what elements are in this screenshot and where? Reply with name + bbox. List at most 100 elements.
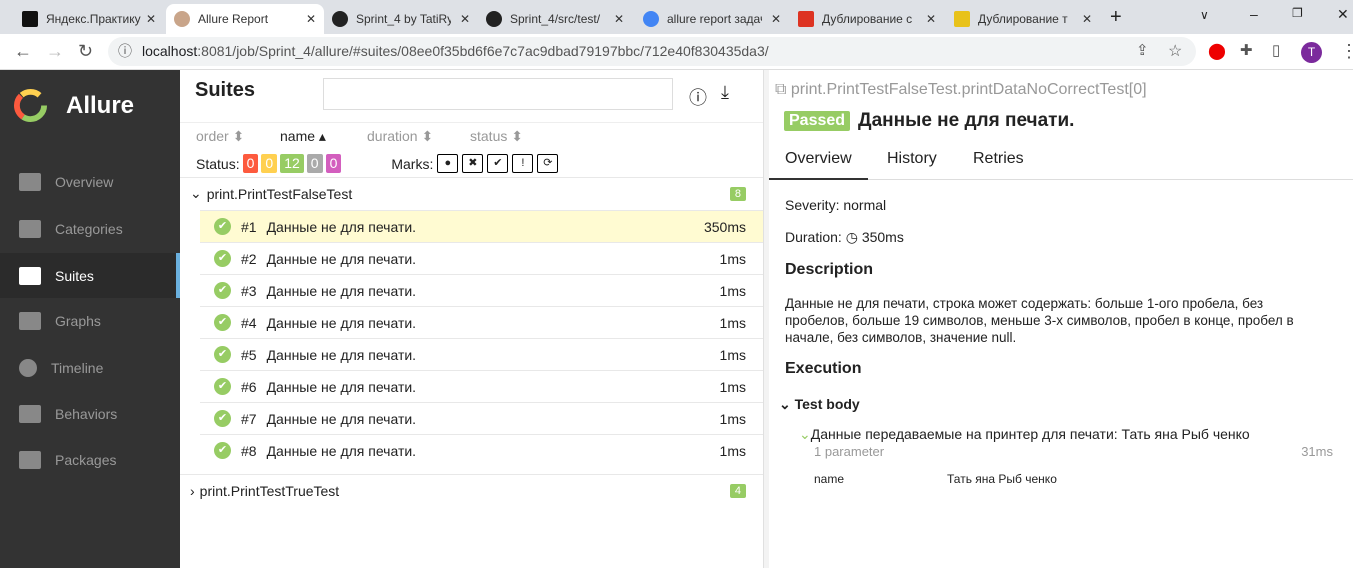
sidebar-item-behaviors[interactable]: Behaviors: [0, 394, 180, 434]
test-row[interactable]: ✔ #2 Данные не для печати. 1ms: [200, 242, 763, 274]
test-row[interactable]: ✔ #1 Данные не для печати. 350ms: [200, 210, 763, 242]
allure-logo-icon: [13, 88, 48, 123]
suites-panel: Suites ⓘ ⤓ order ⬍ name ▴ duration ⬍ sta…: [180, 70, 763, 568]
new-broken-icon[interactable]: !: [512, 154, 534, 173]
list-icon: [19, 405, 41, 423]
passed-check-icon: ✔: [214, 282, 231, 299]
sort-status[interactable]: status ⬍: [470, 128, 523, 145]
test-path: ⧉ print.PrintTestFalseTest.printDataNoCo…: [775, 81, 1147, 98]
execution-heading: Execution: [785, 360, 862, 377]
tab-retries[interactable]: Retries: [973, 150, 1024, 168]
browser-tab[interactable]: Яндекс.Практикум ✕: [14, 4, 164, 34]
unknown-count-badge[interactable]: 0: [325, 154, 342, 173]
passed-check-icon: ✔: [214, 218, 231, 235]
tab-history[interactable]: History: [887, 150, 937, 168]
param-name: name: [814, 472, 845, 486]
browser-tab[interactable]: Дублирование т ✕: [946, 4, 1100, 34]
sort-name[interactable]: name ▴: [280, 128, 326, 145]
new-failed-icon[interactable]: ✖: [462, 154, 484, 173]
clock-icon: [19, 359, 37, 377]
severity: Severity: normal: [785, 197, 887, 213]
chevron-down-icon: ⌄: [799, 426, 811, 442]
share-icon[interactable]: ⇪: [1136, 41, 1149, 59]
suite-group[interactable]: › print.PrintTestTrueTest 4: [180, 474, 763, 506]
browser-tab[interactable]: Sprint_4/src/test/✕: [478, 4, 632, 34]
browser-tabbar: Яндекс.Практикум ✕ Allure Report ✕ Sprint_…: [0, 0, 1353, 34]
browser-tab[interactable]: allure report задачи✕: [635, 4, 789, 34]
sidebar-item-overview[interactable]: Overview: [0, 162, 180, 202]
opera-extension-icon[interactable]: ⬤: [1208, 41, 1226, 61]
sidebar-item-packages[interactable]: Packages: [0, 440, 180, 480]
status-badge: Passed: [784, 111, 851, 131]
passed-check-icon: ✔: [214, 410, 231, 427]
flaky-bomb-icon[interactable]: ●: [437, 154, 459, 173]
count-badge: 8: [729, 186, 746, 201]
sort-order[interactable]: order ⬍: [196, 128, 244, 145]
bar-chart-icon: [19, 312, 41, 330]
browser-tab-active[interactable]: Allure Report ✕: [166, 4, 324, 34]
home-icon: [19, 173, 41, 191]
menu-icon[interactable]: ⋮: [1340, 41, 1353, 62]
status-filter: Status: 0 0 12 0 0 Marks: ● ✖ ✔ ! ⟳: [196, 154, 559, 173]
test-row[interactable]: ✔ #3 Данные не для печати. 1ms: [200, 274, 763, 306]
briefcase-icon: [19, 266, 41, 285]
param-value: Тать яна Рыб ченко: [947, 472, 1057, 486]
tab-search-icon[interactable]: ∨: [1200, 8, 1209, 22]
url-input[interactable]: ⓘ localhost:8081/job/Sprint_4/allure/#sui…: [108, 37, 1196, 66]
chevron-down-icon: ⌄: [190, 185, 202, 201]
test-row[interactable]: ✔ #4 Данные не для печати. 1ms: [200, 306, 763, 338]
test-title: Данные не для печати.: [858, 110, 1075, 131]
clock-icon: ◷: [845, 229, 858, 245]
bookmark-star-icon[interactable]: ☆: [1168, 41, 1182, 61]
sidebar-item-timeline[interactable]: Timeline: [0, 348, 180, 388]
flag-icon: [19, 220, 41, 238]
duration: Duration: ◷ 350ms: [785, 229, 904, 245]
test-row[interactable]: ✔ #8 Данные не для печати. 1ms: [200, 434, 763, 466]
passed-check-icon: ✔: [214, 442, 231, 459]
align-left-icon: [19, 451, 41, 469]
description-text: Данные не для печати, строка может содер…: [785, 296, 1294, 345]
reload-icon[interactable]: ↻: [78, 41, 93, 62]
count-badge: 4: [729, 483, 746, 498]
suite-group[interactable]: ⌄ print.PrintTestFalseTest 8: [180, 177, 763, 209]
sort-duration[interactable]: duration ⬍: [367, 128, 433, 145]
download-icon[interactable]: ⤓: [721, 82, 729, 103]
sidebar-item-graphs[interactable]: Graphs: [0, 301, 180, 341]
skipped-count-badge[interactable]: 0: [306, 154, 323, 173]
browser-tab[interactable]: Sprint_4 by TatiRyb ✕: [324, 4, 478, 34]
minimize-button[interactable]: –: [1250, 6, 1258, 22]
profile-avatar[interactable]: T: [1301, 42, 1322, 63]
info-icon[interactable]: ⓘ: [689, 84, 707, 110]
extensions-icon[interactable]: ✚: [1240, 41, 1253, 59]
search-input[interactable]: [323, 78, 673, 110]
passed-check-icon: ✔: [214, 346, 231, 363]
chevron-right-icon: ›: [190, 482, 195, 499]
test-body-toggle[interactable]: ⌄ Test body: [779, 396, 860, 413]
test-row[interactable]: ✔ #5 Данные не для печати. 1ms: [200, 338, 763, 370]
new-tab-button[interactable]: +: [1110, 6, 1122, 29]
test-row[interactable]: ✔ #6 Данные не для печати. 1ms: [200, 370, 763, 402]
address-bar-area: ← → ↻ ⓘ localhost:8081/job/Sprint_4/allur…: [0, 34, 1353, 70]
restore-button[interactable]: ❐: [1292, 6, 1303, 20]
sidebar-item-categories[interactable]: Categories: [0, 209, 180, 249]
failed-count-badge[interactable]: 0: [242, 154, 259, 173]
sidebar-item-suites[interactable]: Suites: [0, 253, 180, 298]
passed-check-icon: ✔: [214, 314, 231, 331]
page-title: Suites: [195, 79, 256, 101]
step-item[interactable]: ⌄Данные передаваемые на принтер для печа…: [799, 426, 1250, 443]
test-row[interactable]: ✔ #7 Данные не для печати. 1ms: [200, 402, 763, 434]
allure-logo[interactable]: Allure: [13, 88, 134, 123]
passed-count-badge[interactable]: 12: [280, 154, 304, 173]
broken-count-badge[interactable]: 0: [261, 154, 278, 173]
sidepanel-icon[interactable]: ▯: [1272, 41, 1280, 59]
description-heading: Description: [785, 261, 874, 278]
tab-overview[interactable]: Overview: [769, 150, 868, 180]
back-icon[interactable]: ←: [14, 41, 32, 62]
forward-icon[interactable]: →: [46, 41, 64, 62]
new-passed-icon[interactable]: ✔: [487, 154, 509, 173]
sidebar: Allure Overview Categories Suites Graphs…: [0, 70, 180, 568]
retries-icon[interactable]: ⟳: [537, 154, 559, 173]
close-window-button[interactable]: ✕: [1337, 6, 1349, 23]
browser-tab[interactable]: Дублирование с ✕: [790, 4, 944, 34]
passed-check-icon: ✔: [214, 250, 231, 267]
